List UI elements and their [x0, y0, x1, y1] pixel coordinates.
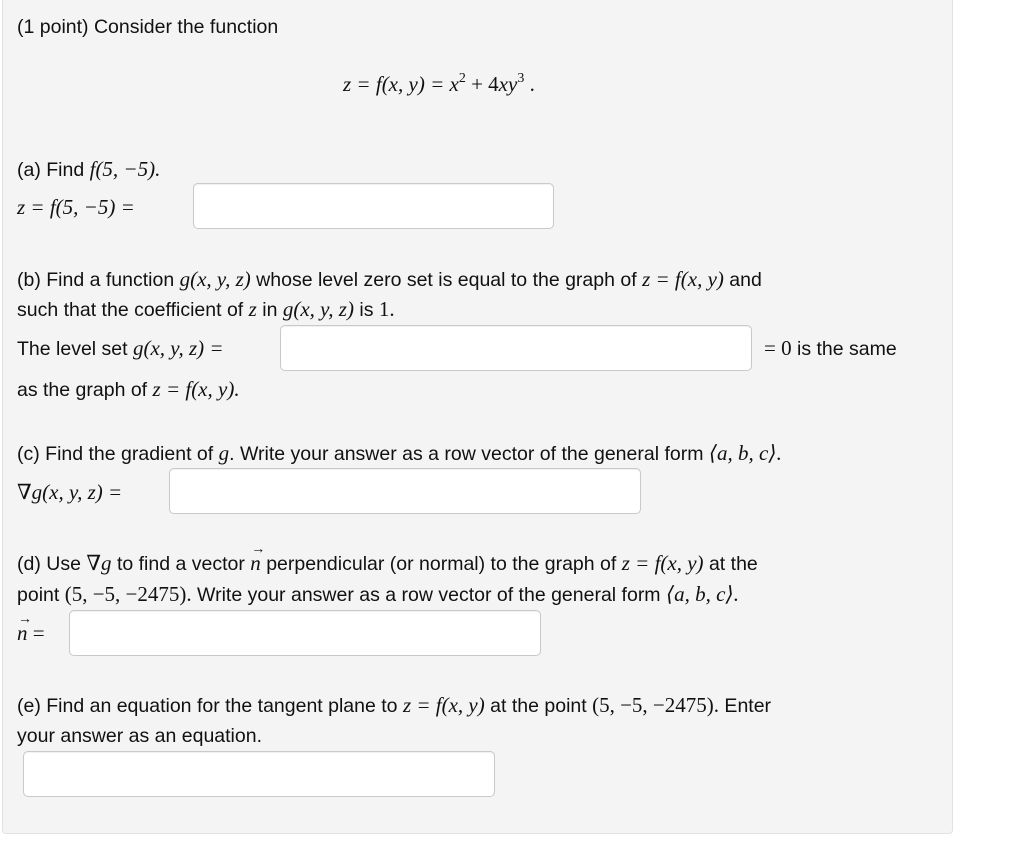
part-d-label: n = — [17, 608, 45, 646]
part-e-prompt-line2: your answer as an equation. — [17, 725, 262, 747]
part-a-label: z = f(5, −5) = — [17, 195, 135, 219]
normal-vector-symbol: n — [250, 538, 264, 575]
part-b-trailing: = 0 is the same — [764, 336, 897, 360]
part-e-prompt-line1: (e) Find an equation for the tangent pla… — [17, 693, 772, 717]
part-c-answer-input[interactable] — [169, 468, 641, 514]
part-d-answer-input[interactable] — [69, 610, 541, 656]
part-b-label: The level set g(x, y, z) = — [17, 336, 224, 360]
part-d-prompt-line2: point (5, −5, −2475). Write your answer … — [17, 582, 739, 606]
part-c-label: ∇g(x, y, z) = — [17, 480, 123, 504]
part-b-answer-input[interactable] — [280, 325, 752, 371]
normal-vector-symbol: n — [17, 608, 31, 645]
part-d-prompt-line1: (d) Use ∇g to find a vector n perpendicu… — [17, 538, 758, 576]
part-b-prompt-line1: (b) Find a function g(x, y, z) whose lev… — [17, 267, 762, 291]
part-c-prompt: (c) Find the gradient of g. Write your a… — [17, 441, 782, 465]
part-b-prompt-line2: such that the coefficient of z in g(x, y… — [17, 297, 395, 321]
problem-intro: (1 point) Consider the function — [17, 16, 279, 38]
part-a-answer-input[interactable] — [193, 183, 554, 229]
main-equation: z = f(x, y) = x2 + 4xy3 . — [343, 71, 535, 97]
part-b-prompt-line4: as the graph of z = f(x, y). — [17, 377, 240, 401]
part-a-prompt: (a) Find f(5, −5). — [17, 157, 161, 181]
part-e-answer-input[interactable] — [23, 751, 495, 797]
